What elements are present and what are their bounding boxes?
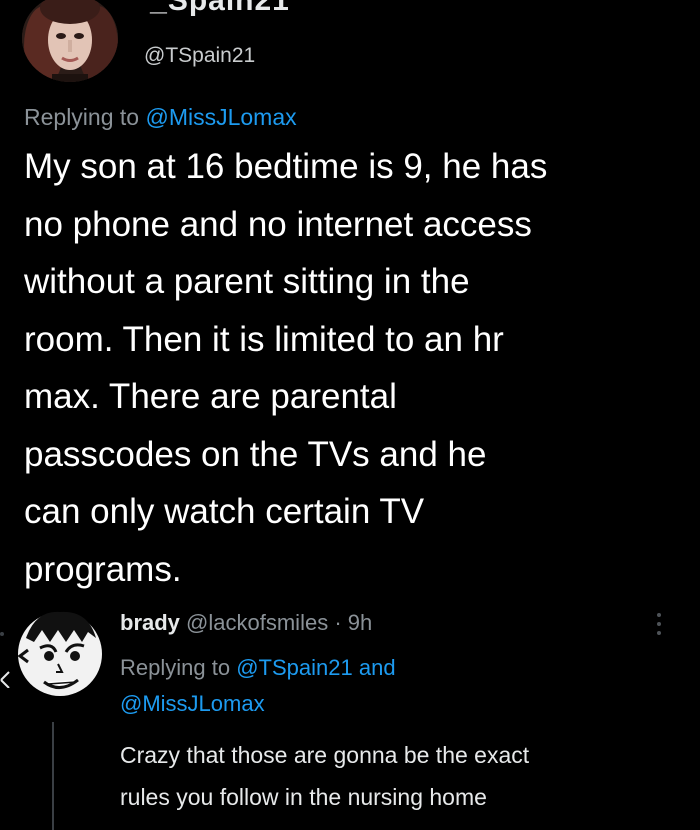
reply-tweet-text: Crazy that those are gonna be the exact … — [120, 734, 690, 818]
thread-connector-icon — [0, 632, 10, 688]
separator-dot: · — [334, 610, 342, 635]
main-tweet-text: My son at 16 bedtime is 9, he has no pho… — [24, 138, 694, 598]
cartoon-face-icon — [16, 590, 104, 720]
mention-link[interactable]: @MissJLomax — [145, 104, 296, 130]
tweet-line: My son at 16 bedtime is 9, he has — [24, 147, 548, 186]
mention-link[interactable]: @TSpain21 — [236, 655, 353, 680]
reply-avatar[interactable] — [16, 590, 104, 720]
thread-line — [52, 722, 54, 830]
woman-portrait-icon — [22, 0, 118, 82]
tweet-line: can only watch certain TV — [24, 492, 425, 531]
tweet-line: programs. — [24, 549, 182, 589]
tweet-line: no phone and no internet access — [24, 204, 532, 244]
more-vertical-icon[interactable] — [649, 610, 669, 638]
display-name[interactable]: '_Spain21 — [142, 0, 290, 16]
tweet-screenshot: '_Spain21 @TSpain21 Replying to @MissJLo… — [0, 0, 700, 830]
tweet-line: without a parent sitting in the — [24, 262, 470, 301]
replying-prefix: Replying to — [120, 655, 231, 680]
main-avatar[interactable] — [22, 0, 118, 82]
replying-and: and — [358, 655, 396, 680]
tweet-line: Crazy that those are gonna be the exact — [120, 742, 530, 768]
tweet-line: room. Then it is limited to an hr — [24, 319, 504, 359]
more-dots-glyph — [657, 613, 661, 635]
reply-handle[interactable]: @lackofsmiles — [186, 610, 328, 635]
tweet-line: rules you follow in the nursing home — [120, 784, 487, 810]
main-replying-to: Replying to @MissJLomax — [24, 104, 297, 131]
reply-header: brady @lackofsmiles · 9h — [120, 610, 372, 636]
mention-link[interactable]: @MissJLomax — [120, 691, 265, 716]
replying-prefix: Replying to — [24, 104, 140, 130]
tweet-line: passcodes on the TVs and he — [24, 434, 487, 474]
main-handle[interactable]: @TSpain21 — [144, 44, 255, 68]
reply-timestamp[interactable]: 9h — [348, 610, 372, 635]
reply-display-name[interactable]: brady — [120, 610, 180, 635]
tweet-line: max. There are parental — [24, 377, 397, 416]
reply-replying-to: Replying to @TSpain21 and @MissJLomax — [120, 650, 640, 722]
